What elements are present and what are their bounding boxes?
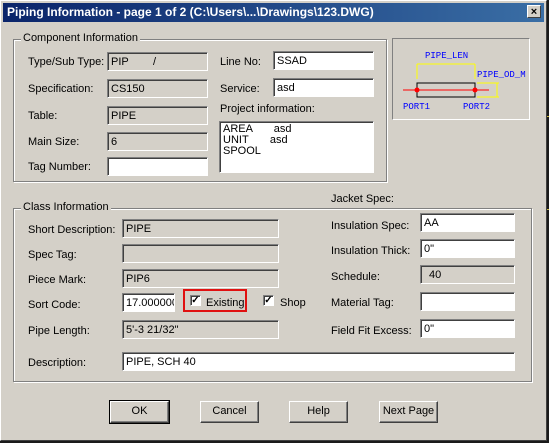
close-button[interactable]: × — [527, 5, 541, 18]
project-information-textarea[interactable]: AREA asd UNIT asd SPOOL — [219, 121, 374, 173]
spec-tag-label: Spec Tag: — [28, 249, 77, 261]
specification-field: CS150 — [107, 79, 208, 98]
material-tag-label: Material Tag: — [331, 297, 394, 309]
main-size-field: 6 — [107, 132, 208, 151]
description-label: Description: — [28, 357, 87, 369]
pipe-len-label: PIPE_LEN — [425, 51, 468, 61]
existing-label: Existing — [206, 297, 245, 309]
type-subtype-label: Type/Sub Type: — [28, 56, 105, 68]
piece-mark-label: Piece Mark: — [28, 274, 87, 286]
shop-checkbox[interactable]: ✓ — [263, 295, 274, 306]
pipe-preview: PIPE_LEN PIPE_OD_M PORT1 PORT2 — [392, 38, 530, 120]
port1-dot — [414, 87, 420, 93]
piping-information-dialog: Piping Information - page 1 of 2 (C:\Use… — [0, 0, 547, 441]
pipe-preview-drawing: PIPE_LEN PIPE_OD_M PORT1 PORT2 — [403, 51, 526, 112]
material-tag-input[interactable] — [420, 292, 515, 311]
check-icon: ✓ — [264, 295, 273, 306]
existing-checkbox[interactable]: ✓ — [190, 295, 201, 306]
cancel-button[interactable]: Cancel — [200, 401, 259, 423]
table-label: Table: — [28, 110, 58, 122]
field-fit-excess-label: Field Fit Excess: — [331, 325, 412, 337]
specification-label: Specification: — [28, 83, 94, 95]
port2-dot — [472, 87, 478, 93]
description-input[interactable]: PIPE, SCH 40 — [122, 352, 515, 371]
insulation-thick-label: Insulation Thick: — [331, 245, 411, 257]
check-icon: ✓ — [191, 295, 200, 306]
tag-number-label: Tag Number: — [28, 161, 91, 173]
class-information-title: Class Information — [21, 201, 111, 213]
ok-button[interactable]: OK — [109, 400, 170, 424]
piece-mark-field: PIP6 — [122, 269, 279, 288]
main-size-label: Main Size: — [28, 136, 80, 148]
spec-tag-field — [122, 244, 279, 263]
component-information-title: Component Information — [21, 32, 140, 44]
line-no-label: Line No: — [220, 56, 261, 68]
insulation-spec-input[interactable]: AA — [420, 213, 515, 232]
next-page-button[interactable]: Next Page — [379, 401, 438, 423]
short-description-field: PIPE — [122, 219, 279, 238]
project-information-label: Project information: — [220, 103, 315, 115]
insulation-spec-label: Insulation Spec: — [331, 220, 410, 232]
tag-number-input[interactable] — [107, 157, 208, 176]
pipe-length-field: 5'-3 21/32" — [122, 320, 279, 339]
shop-label: Shop — [280, 297, 306, 309]
table-field: PIPE — [107, 106, 208, 125]
sort-code-input[interactable]: 17.000000 — [122, 293, 175, 312]
service-input[interactable]: asd — [273, 78, 374, 97]
field-fit-excess-input[interactable]: 0" — [420, 319, 515, 338]
port2-label: PORT2 — [463, 102, 490, 112]
port1-label: PORT1 — [403, 102, 430, 112]
type-subtype-field: PIP / — [107, 52, 208, 71]
help-button[interactable]: Help — [289, 401, 348, 423]
title-bar[interactable]: Piping Information - page 1 of 2 (C:\Use… — [3, 3, 544, 22]
short-description-label: Short Description: — [28, 224, 116, 236]
pipe-length-label: Pipe Length: — [28, 325, 90, 337]
service-label: Service: — [220, 83, 260, 95]
window-title: Piping Information - page 1 of 2 (C:\Use… — [7, 5, 374, 19]
sort-code-label: Sort Code: — [28, 299, 81, 311]
schedule-field: 40 — [420, 265, 515, 284]
schedule-label: Schedule: — [331, 271, 380, 283]
jacket-spec-label: Jacket Spec: — [331, 193, 394, 205]
close-icon: × — [530, 6, 538, 18]
insulation-thick-input[interactable]: 0" — [420, 239, 515, 258]
pipe-od-label: PIPE_OD_M — [477, 70, 526, 80]
line-no-input[interactable]: SSAD — [273, 51, 374, 70]
